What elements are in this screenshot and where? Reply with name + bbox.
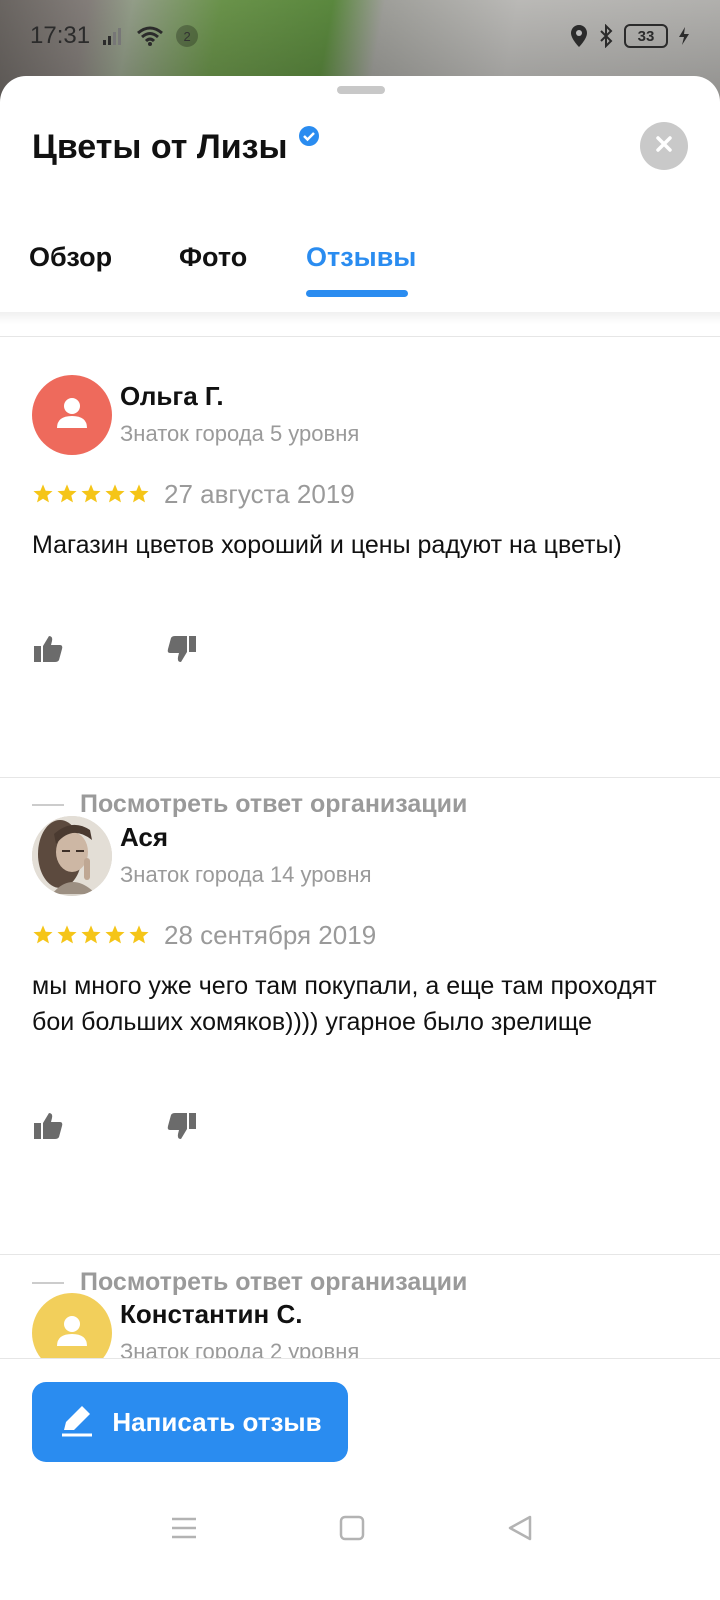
tab-photos[interactable]: Фото	[179, 242, 247, 273]
tab-overview[interactable]: Обзор	[29, 242, 112, 273]
divider	[0, 1358, 720, 1359]
view-org-reply-link[interactable]: Посмотреть ответ организации	[80, 790, 467, 819]
active-tab-indicator	[306, 290, 408, 297]
star-icon	[104, 924, 126, 951]
battery-icon: 33	[624, 24, 668, 48]
reply-dash	[32, 1281, 64, 1284]
menu-icon[interactable]	[164, 1508, 204, 1548]
user-photo	[32, 816, 112, 896]
divider	[0, 336, 720, 337]
org-reply-row[interactable]: Посмотреть ответ организации	[32, 790, 467, 819]
charging-icon	[678, 26, 690, 46]
author-name[interactable]: Ася	[120, 822, 168, 853]
back-icon[interactable]	[500, 1508, 540, 1548]
review-date: 27 августа 2019	[164, 479, 355, 509]
dislike-button[interactable]	[162, 631, 202, 671]
location-icon	[570, 24, 588, 48]
divider	[0, 1254, 720, 1255]
star-icon	[32, 924, 54, 951]
author-level: Знаток города 14 уровня	[120, 862, 372, 887]
divider	[0, 777, 720, 778]
star-icon	[104, 483, 126, 510]
person-icon	[52, 1311, 92, 1356]
avatar[interactable]	[32, 375, 112, 455]
pencil-icon	[58, 1400, 96, 1445]
star-icon	[80, 483, 102, 510]
review-item: Ольга Г. Знаток города 5 уровня 27 авгус…	[0, 375, 720, 818]
thumbs-down-icon	[166, 1110, 198, 1147]
like-button[interactable]	[28, 631, 68, 671]
review-item: Ася Знаток города 14 уровня 28 сентября …	[0, 816, 720, 1296]
status-time: 17:31	[30, 22, 91, 49]
avatar[interactable]	[32, 816, 112, 896]
thumbs-up-icon	[32, 633, 64, 670]
write-review-button[interactable]: Написать отзыв	[32, 1382, 348, 1462]
wifi-icon	[136, 25, 164, 47]
author-name[interactable]: Константин С.	[120, 1299, 302, 1330]
star-icon	[56, 924, 78, 951]
bottom-action-bar: Написать отзыв	[0, 1358, 720, 1600]
thumbs-down-icon	[166, 633, 198, 670]
thumbs-up-icon	[32, 1110, 64, 1147]
verified-check-icon	[298, 117, 320, 156]
tab-bar: Обзор Фото Отзывы	[0, 234, 720, 314]
status-right: 33	[570, 24, 690, 48]
tabs-shadow	[0, 312, 720, 324]
star-icon	[128, 483, 150, 510]
status-left: 17:31 2	[30, 22, 199, 50]
author-name[interactable]: Ольга Г.	[120, 381, 224, 412]
star-icon	[80, 924, 102, 951]
review-date: 28 сентября 2019	[164, 920, 377, 950]
rating-stars	[32, 483, 150, 510]
page-title: Цветы от Лизы	[32, 126, 320, 167]
rating-stars	[32, 924, 150, 951]
notification-count-badge: 2	[176, 25, 199, 47]
person-icon	[52, 393, 92, 438]
reply-dash	[32, 803, 64, 806]
like-button[interactable]	[28, 1108, 68, 1148]
review-text: Магазин цветов хороший и цены радуют на …	[32, 531, 622, 559]
close-button[interactable]	[640, 122, 688, 170]
system-nav-bar	[0, 1508, 720, 1548]
bluetooth-icon	[598, 24, 614, 48]
status-bar: 17:31 2 33	[0, 0, 720, 72]
author-level: Знаток города 5 уровня	[120, 421, 360, 446]
sheet-drag-handle[interactable]	[337, 86, 385, 94]
place-name: Цветы от Лизы	[32, 128, 288, 166]
tab-reviews[interactable]: Отзывы	[306, 242, 416, 273]
signal-icon	[102, 26, 124, 46]
dislike-button[interactable]	[162, 1108, 202, 1148]
star-icon	[56, 483, 78, 510]
write-review-label: Написать отзыв	[112, 1406, 322, 1437]
star-icon	[128, 924, 150, 951]
star-icon	[32, 483, 54, 510]
home-icon[interactable]	[332, 1508, 372, 1548]
close-icon	[654, 134, 674, 159]
review-text: мы много уже чего там покупали, а еще та…	[32, 972, 657, 1036]
